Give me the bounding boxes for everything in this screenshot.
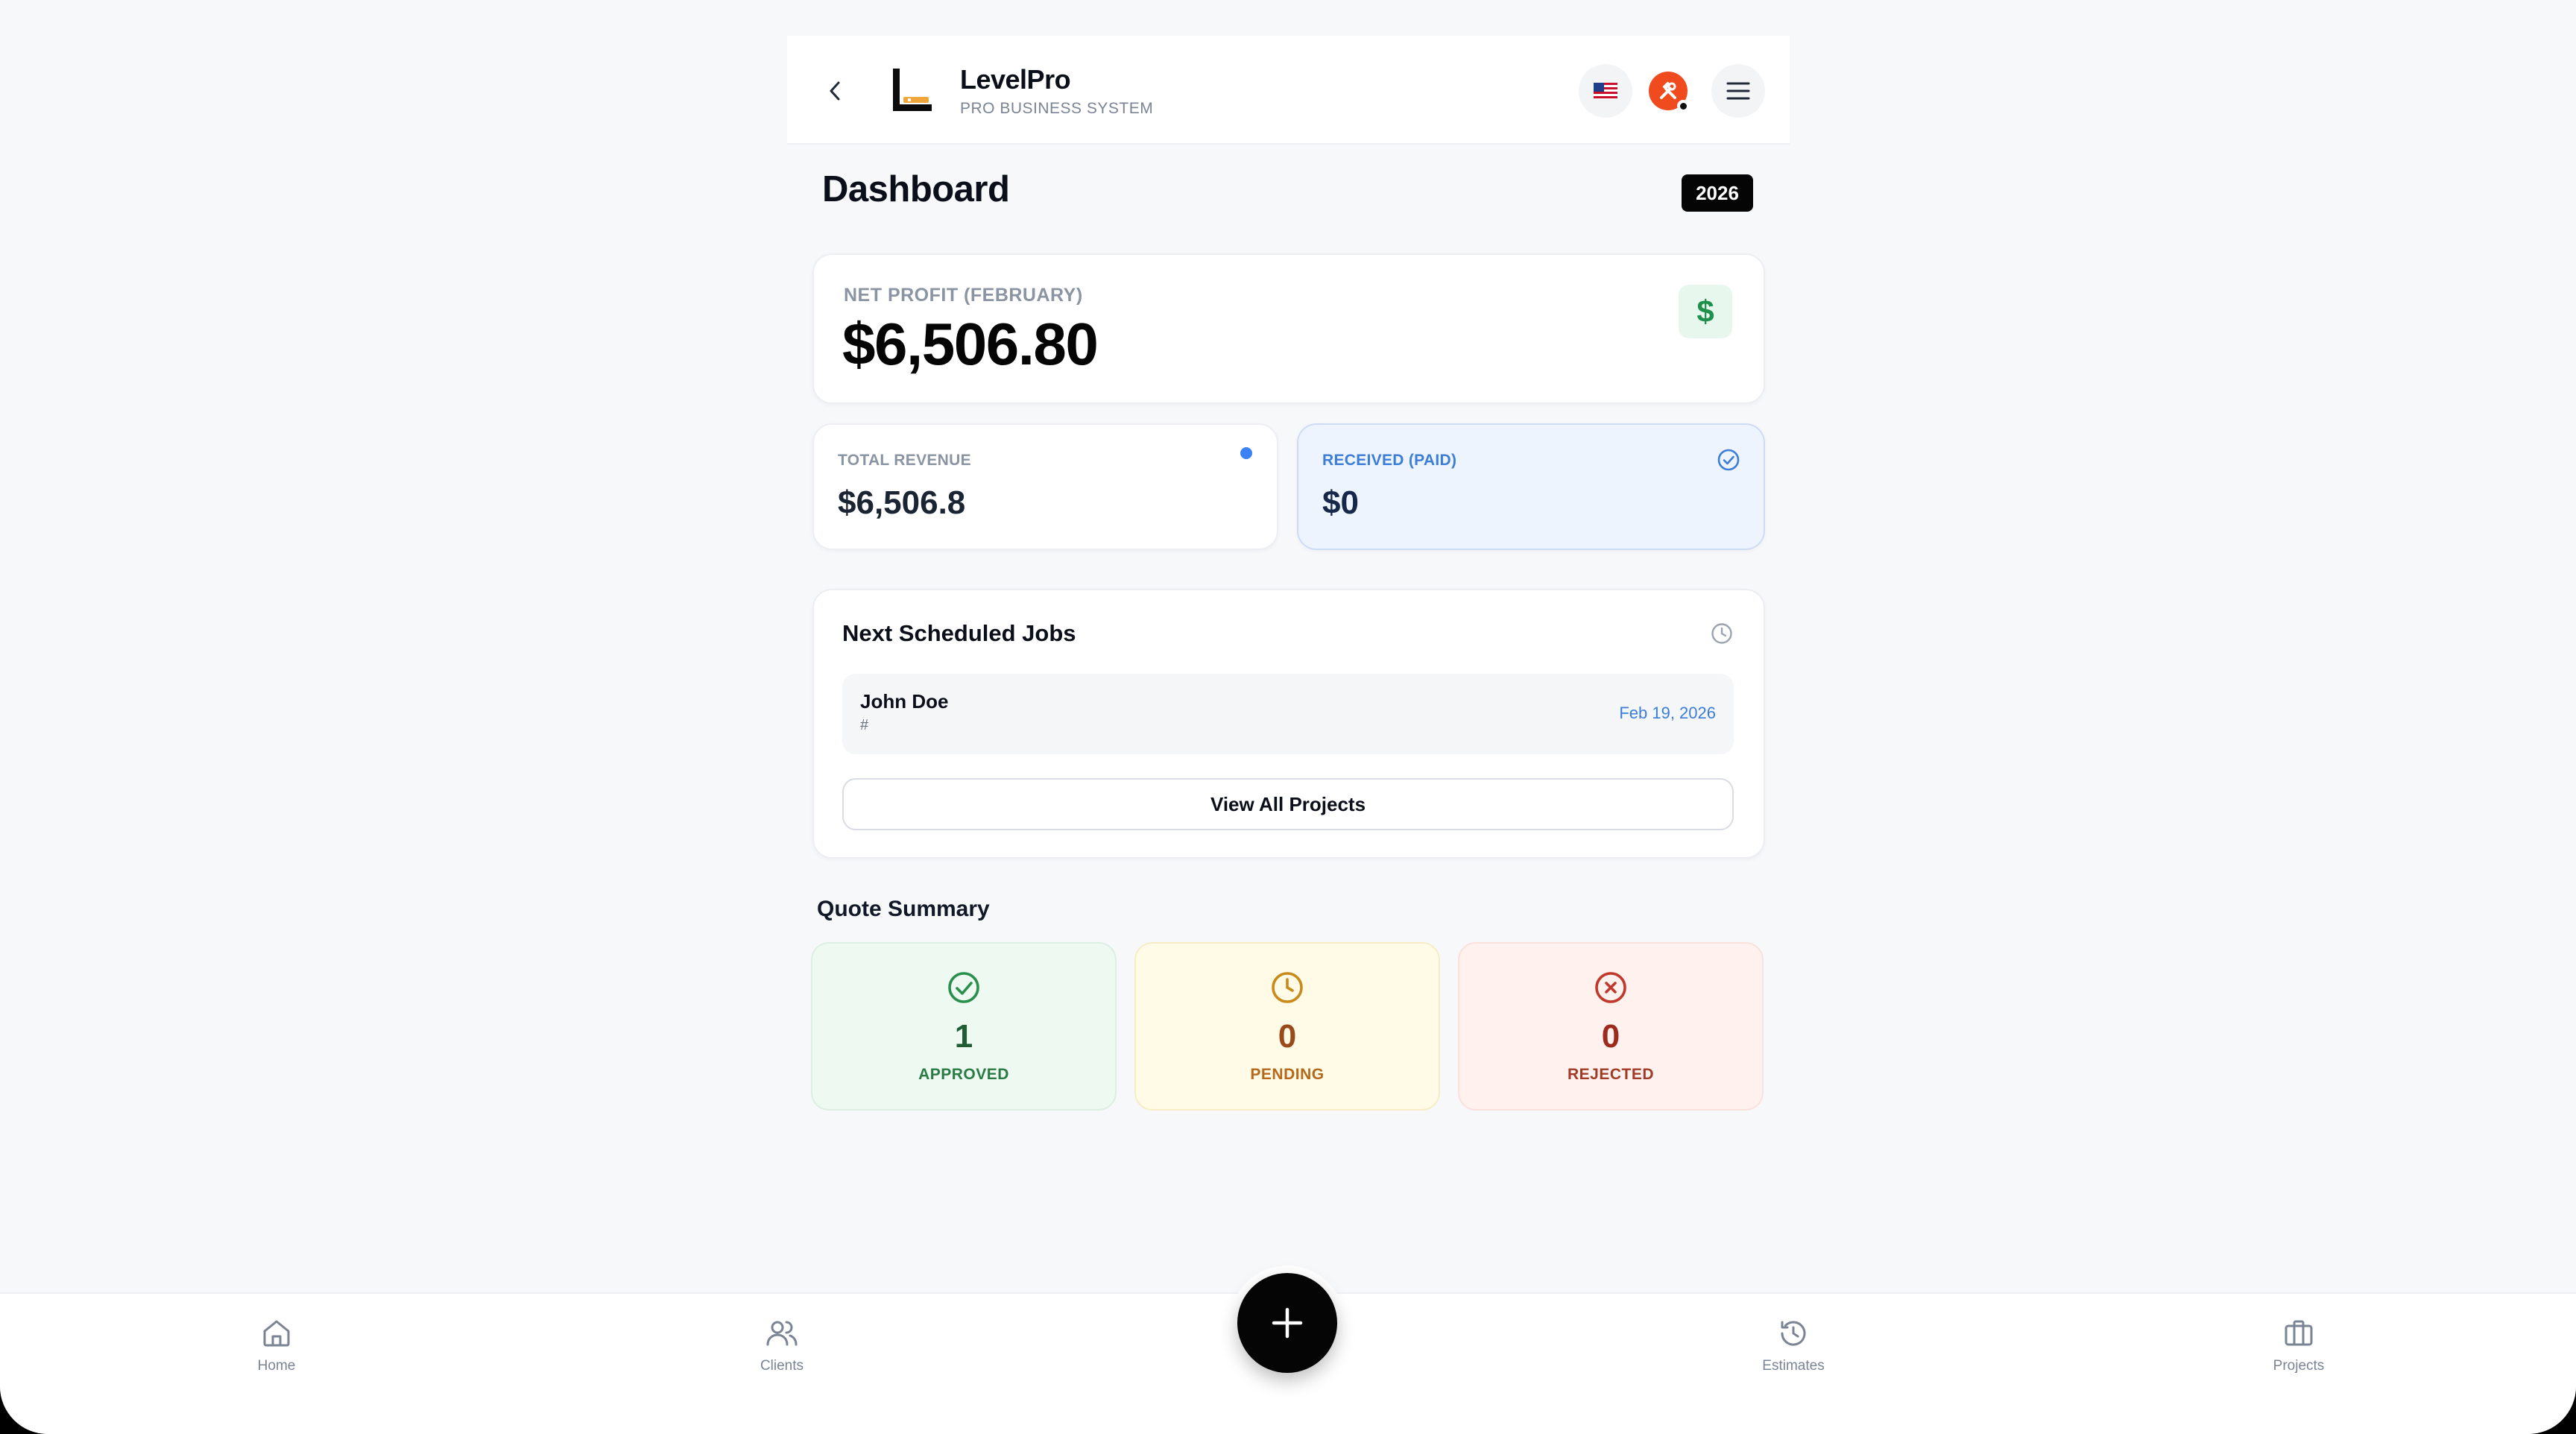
net-profit-value: $6,506.80 [842,311,1099,377]
add-button[interactable] [1237,1273,1337,1373]
nav-estimates[interactable]: Estimates [1734,1316,1853,1391]
pending-quotes-card[interactable]: 0 PENDING [1134,942,1440,1111]
levelpro-logo [893,69,932,111]
approved-quotes-card[interactable]: 1 APPROVED [811,942,1117,1111]
rejected-label: REJECTED [1567,1066,1655,1083]
status-dot [1677,100,1689,112]
jobs-title: Next Scheduled Jobs [842,620,1076,646]
received-label: RECEIVED (PAID) [1322,452,1457,469]
job-date: Feb 19, 2026 [1619,704,1716,722]
tools-button[interactable] [1641,64,1695,118]
hamburger-menu-icon [1726,82,1750,100]
year-selector[interactable]: 2026 [1682,174,1753,212]
rejected-quotes-card[interactable]: 0 REJECTED [1458,942,1764,1111]
clock-icon [1272,972,1303,1003]
nav-estimates-label: Estimates [1762,1358,1825,1374]
nav-projects[interactable]: Projects [2239,1316,2358,1391]
view-all-projects-button[interactable]: View All Projects [842,778,1734,830]
job-number: # [860,717,869,733]
quote-summary-title: Quote Summary [817,897,990,921]
nav-projects-label: Projects [2273,1358,2325,1374]
approved-label: APPROVED [918,1066,1009,1083]
back-button[interactable] [818,75,851,107]
briefcase-icon [2285,1320,2313,1346]
plus-icon [1272,1307,1303,1339]
brand-subtitle: PRO BUSINESS SYSTEM [960,100,1154,117]
menu-button[interactable] [1711,64,1765,118]
nav-home[interactable]: Home [217,1316,336,1391]
dollar-icon: $ [1679,285,1732,338]
chevron-left-icon [830,81,840,101]
x-circle-icon [1595,972,1626,1003]
home-icon [263,1320,290,1347]
page-title: Dashboard [822,169,1010,209]
pending-label: PENDING [1250,1066,1325,1083]
language-button[interactable] [1579,64,1632,118]
clock-icon [1711,623,1732,644]
approved-count: 1 [954,1018,973,1055]
nav-clients[interactable]: Clients [722,1316,842,1391]
scheduled-jobs-card: Next Scheduled Jobs John Doe # Feb 19, 2… [812,589,1765,859]
brand-name: LevelPro [960,64,1071,95]
rejected-count: 0 [1601,1018,1620,1055]
us-flag-icon [1594,83,1617,99]
net-profit-card: NET PROFIT (FEBRUARY) $6,506.80 $ [812,253,1765,404]
job-client-name: John Doe [860,690,949,713]
job-list-item[interactable]: John Doe # Feb 19, 2026 [842,674,1734,754]
received-value: $0 [1322,484,1359,521]
net-profit-label: NET PROFIT (FEBRUARY) [844,285,1083,306]
check-circle-icon [948,972,979,1003]
indicator-dot [1240,447,1252,459]
total-revenue-card[interactable]: TOTAL REVENUE $6,506.8 [812,423,1278,550]
pending-count: 0 [1278,1018,1297,1055]
total-revenue-label: TOTAL REVENUE [838,452,971,469]
nav-clients-label: Clients [760,1358,804,1374]
history-icon [1781,1321,1806,1346]
check-circle-icon [1717,449,1740,471]
received-paid-card[interactable]: RECEIVED (PAID) $0 [1297,423,1765,550]
tools-avatar [1649,72,1689,112]
nav-home-label: Home [257,1358,296,1374]
tools-icon [1660,81,1676,99]
total-revenue-value: $6,506.8 [838,484,966,521]
app-header: LevelPro PRO BUSINESS SYSTEM [787,36,1790,145]
app-screen: LevelPro PRO BUSINESS SYSTEM Dashboard 2… [0,0,2576,1434]
users-icon [766,1321,798,1346]
